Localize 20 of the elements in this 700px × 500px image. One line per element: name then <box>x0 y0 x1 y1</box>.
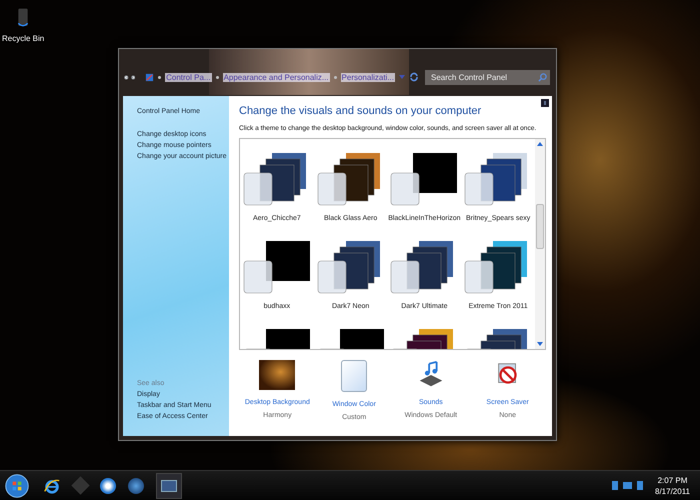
page-heading: Change the visuals and sounds on your computer <box>239 105 482 117</box>
address-bar[interactable]: Control Pa... Appearance and Personaliz... Personalizati... <box>141 69 423 85</box>
scroll-thumb[interactable] <box>536 204 544 249</box>
desktop-icon-label: Recycle Bin <box>2 34 44 43</box>
search-icon <box>538 72 547 82</box>
scroll-up-icon[interactable] <box>537 142 543 146</box>
wallpaper-thumbnail[interactable] <box>259 360 296 390</box>
control-panel-icon <box>145 72 154 82</box>
help-icon[interactable] <box>541 99 549 107</box>
scrollbar[interactable] <box>535 139 545 349</box>
tray-icons-drawing[interactable] <box>612 481 643 490</box>
breadcrumb-link[interactable]: Control Pa... <box>165 72 212 82</box>
refresh-icon[interactable] <box>409 72 419 82</box>
theme-thumbnail[interactable] <box>389 151 460 207</box>
window-color-swatch[interactable] <box>341 360 368 392</box>
scroll-down-icon[interactable] <box>537 342 543 346</box>
window-taskbar-button[interactable] <box>156 472 182 498</box>
clock[interactable]: 2:07 PM 8/17/2011 <box>655 476 690 496</box>
start-button[interactable] <box>4 472 30 498</box>
theme-thumbnail[interactable] <box>242 239 312 295</box>
